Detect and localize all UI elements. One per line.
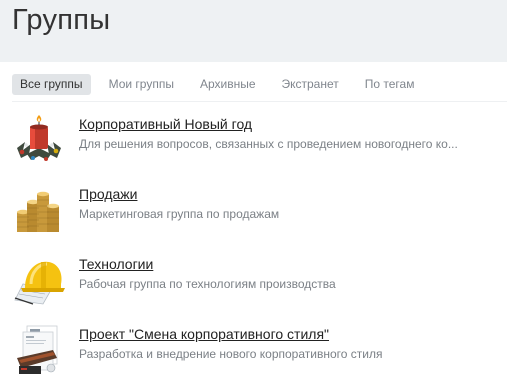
group-description: Разработка и внедрение нового корпоратив… — [79, 347, 383, 361]
group-list-item: Проект "Смена корпоративного стиля" Разр… — [0, 318, 507, 378]
tab-extranet[interactable]: Экстранет — [274, 74, 347, 95]
hard-hat-icon[interactable] — [13, 254, 65, 306]
tab-all-groups[interactable]: Все группы — [12, 74, 91, 95]
tab-archived[interactable]: Архивные — [192, 74, 264, 95]
group-name-link[interactable]: Корпоративный Новый год — [79, 116, 252, 133]
tab-by-tags[interactable]: По тегам — [357, 74, 423, 95]
group-list-item: Технологии Рабочая группа по технологиям… — [0, 248, 507, 308]
group-description: Маркетинговая группа по продажам — [79, 207, 280, 221]
group-filter-tabs: Все группы Мои группы Архивные Экстранет… — [12, 74, 432, 95]
group-list-item: Продажи Маркетинговая группа по продажам — [0, 178, 507, 238]
christmas-candle-icon[interactable] — [13, 114, 65, 166]
group-name-link[interactable]: Проект "Смена корпоративного стиля" — [79, 326, 329, 343]
group-name-link[interactable]: Технологии — [79, 256, 153, 273]
group-name-link[interactable]: Продажи — [79, 186, 137, 203]
brand-identity-icon[interactable] — [13, 324, 65, 376]
group-description: Рабочая группа по технологиям производст… — [79, 277, 336, 291]
tab-my-groups[interactable]: Мои группы — [101, 74, 182, 95]
page-title: Группы — [12, 4, 111, 36]
page-header: Группы — [0, 0, 507, 62]
tabs-divider — [12, 101, 507, 102]
coins-stack-icon[interactable] — [13, 184, 65, 236]
group-description: Для решения вопросов, связанных с провед… — [79, 137, 458, 151]
group-list-item: Корпоративный Новый год Для решения вопр… — [0, 108, 507, 168]
groups-page: Группы Все группы Мои группы Архивные Эк… — [0, 0, 507, 387]
